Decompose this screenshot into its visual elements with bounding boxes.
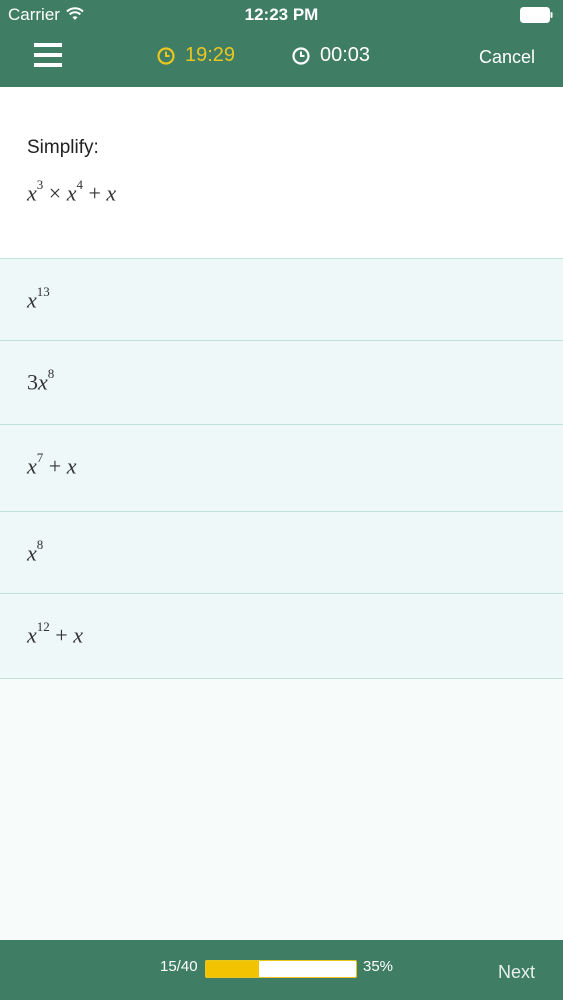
answer-expression: x12 + x xyxy=(27,619,83,648)
question-expression: x3 × x4 + x xyxy=(27,177,117,206)
progress-fill xyxy=(206,961,259,977)
menu-button[interactable] xyxy=(34,43,62,69)
question-prompt: Simplify: xyxy=(27,137,99,158)
answer-option-1[interactable]: x13 xyxy=(0,258,563,340)
bottom-bar: 15/40 35% Next xyxy=(0,940,563,1000)
answer-option-3[interactable]: x7 + x xyxy=(0,424,563,511)
remaining-timer: 19:29 xyxy=(157,44,235,67)
menu-icon xyxy=(34,43,62,47)
answer-expression: x13 xyxy=(27,284,50,313)
next-button[interactable]: Next xyxy=(498,962,535,983)
progress-bar xyxy=(205,960,357,978)
elapsed-timer: 00:03 xyxy=(292,44,370,67)
clock-icon xyxy=(157,46,175,65)
clock-icon xyxy=(292,46,310,65)
question-card: Simplify: x3 × x4 + x xyxy=(0,87,563,259)
top-bar: Carrier 12:23 PM 19:29 00:03 Cancel xyxy=(0,0,563,87)
answer-expression: x7 + x xyxy=(27,450,77,479)
answer-expression: 3x8 xyxy=(27,366,55,395)
answer-expression: x8 xyxy=(27,537,44,566)
answer-list: x13 3x8 x7 + x x8 x12 + x xyxy=(0,258,563,679)
answer-option-2[interactable]: 3x8 xyxy=(0,340,563,424)
remaining-timer-value: 19:29 xyxy=(185,44,236,66)
cancel-button[interactable]: Cancel xyxy=(479,47,535,68)
status-time: 12:23 PM xyxy=(244,5,319,24)
answer-option-4[interactable]: x8 xyxy=(0,511,563,593)
progress-percent: 35% xyxy=(363,958,394,975)
answer-option-5[interactable]: x12 + x xyxy=(0,593,563,679)
question-counter: 15/40 xyxy=(160,958,198,975)
elapsed-timer-value: 00:03 xyxy=(320,44,371,66)
battery-icon xyxy=(520,7,553,23)
